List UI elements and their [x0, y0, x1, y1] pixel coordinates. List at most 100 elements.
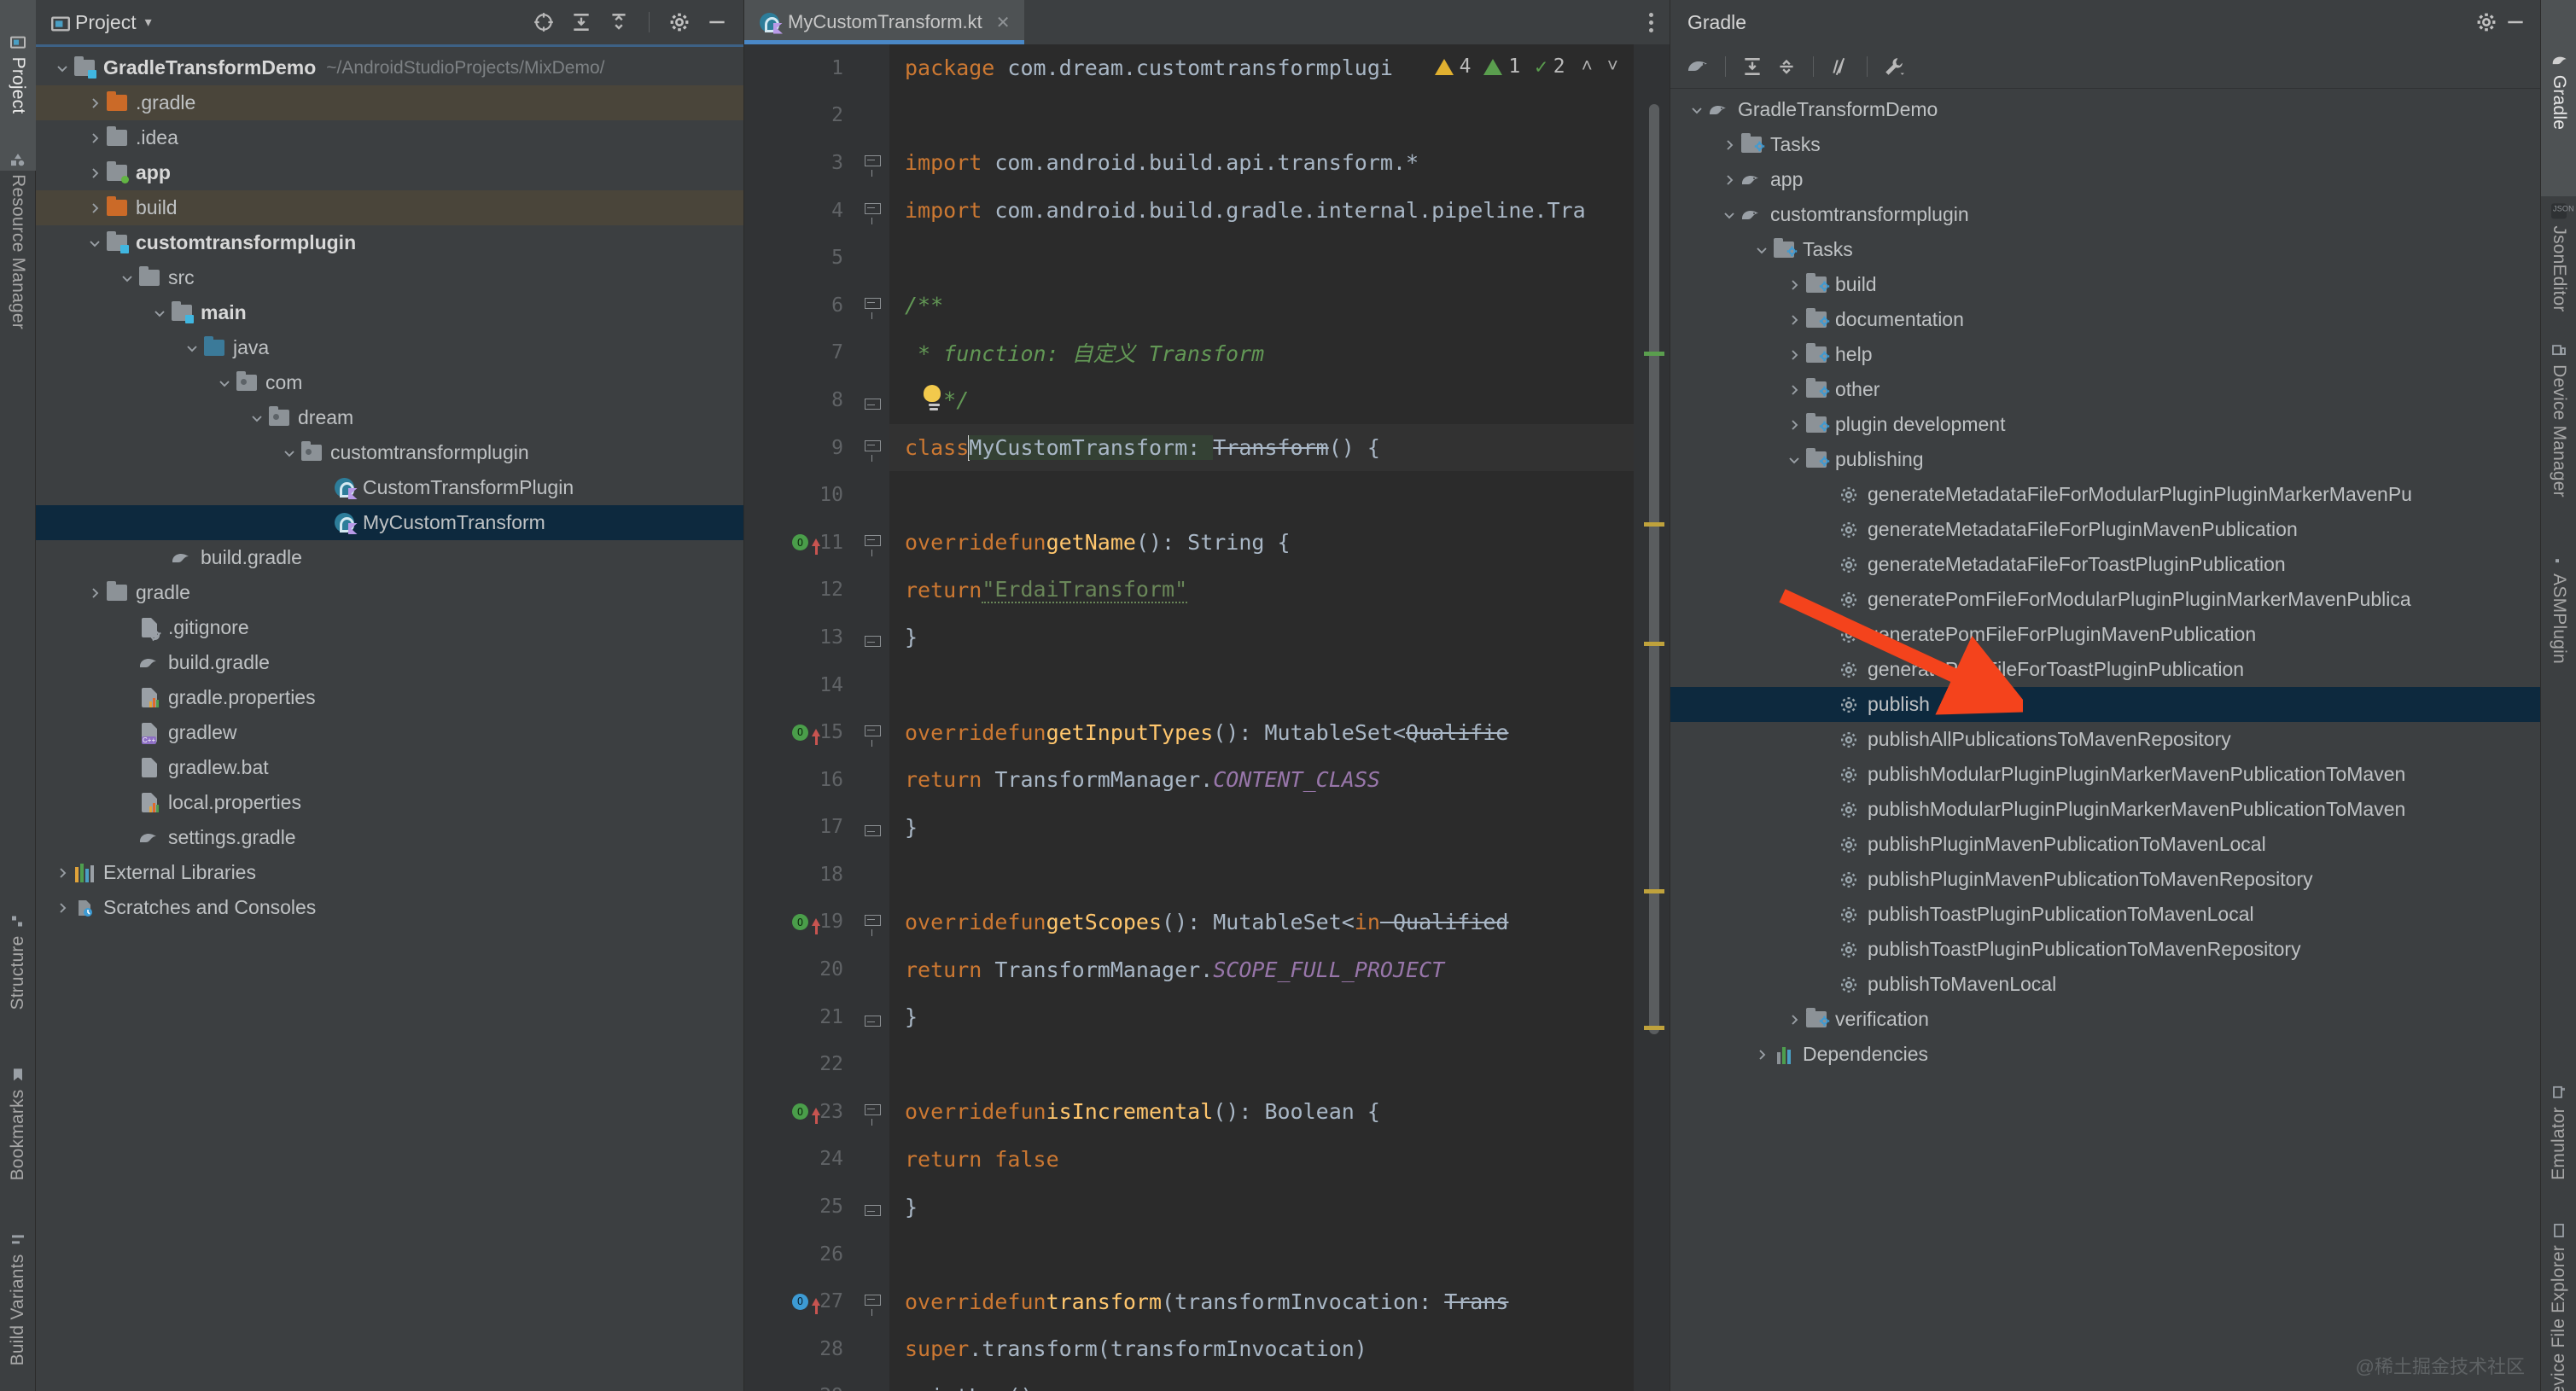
- project-tree-row[interactable]: dream: [36, 400, 743, 435]
- code-folding-column[interactable]: [855, 44, 889, 1391]
- override-method-gutter-icon[interactable]: O: [792, 1278, 831, 1326]
- build-tool-settings-icon[interactable]: [1880, 52, 1909, 81]
- project-tree-row[interactable]: settings.gradle: [36, 820, 743, 855]
- gradle-tree-row[interactable]: generatePomFileForPluginMavenPublication: [1670, 617, 2540, 652]
- code-line[interactable]: import com.android.build.gradle.internal…: [889, 187, 1670, 235]
- fold-marker[interactable]: [863, 376, 881, 424]
- gradle-tree-row[interactable]: generateMetadataFileForPluginMavenPublic…: [1670, 512, 2540, 547]
- project-tree-row[interactable]: .gitignore: [36, 610, 743, 645]
- chevron-down-icon[interactable]: [84, 236, 106, 250]
- fold-marker[interactable]: [863, 519, 881, 567]
- reload-gradle-project-icon[interactable]: [1684, 52, 1713, 81]
- project-tree-row[interactable]: local.properties: [36, 785, 743, 820]
- fold-marker[interactable]: [863, 993, 881, 1041]
- fold-marker[interactable]: [863, 1231, 881, 1278]
- gradle-tree-row[interactable]: plugin development: [1670, 407, 2540, 442]
- project-tree[interactable]: GradleTransformDemo ~/AndroidStudioProjec…: [36, 47, 743, 1391]
- project-tree-row[interactable]: build: [36, 190, 743, 225]
- gradle-tree-row[interactable]: publishModularPluginPluginMarkerMavenPub…: [1670, 757, 2540, 792]
- gradle-tree-row[interactable]: help: [1670, 337, 2540, 372]
- project-view-dropdown-icon[interactable]: ▾: [145, 14, 152, 31]
- sidebar-tab-device-file-explorer[interactable]: Device File Explorer: [2549, 1223, 2569, 1391]
- code-content[interactable]: package com.dream.customtransformplugi im…: [889, 44, 1670, 1391]
- project-tree-row[interactable]: .idea: [36, 120, 743, 155]
- project-tree-row[interactable]: gradle: [36, 575, 743, 610]
- code-line[interactable]: printLog(): [889, 1373, 1670, 1391]
- previous-problem-icon[interactable]: ˄: [1582, 55, 1593, 78]
- fold-marker[interactable]: [863, 1325, 881, 1373]
- gradle-tree-row[interactable]: publishPluginMavenPublicationToMavenRepo…: [1670, 862, 2540, 897]
- fold-marker[interactable]: [863, 946, 881, 993]
- project-tree-row[interactable]: C++ gradlew: [36, 715, 743, 750]
- fold-marker[interactable]: [863, 1041, 881, 1089]
- project-tree-row[interactable]: customtransformplugin: [36, 225, 743, 260]
- code-line[interactable]: [889, 92, 1670, 140]
- chevron-right-icon[interactable]: [1783, 418, 1805, 432]
- chevron-right-icon[interactable]: [84, 586, 106, 600]
- chevron-down-icon[interactable]: [246, 411, 268, 425]
- gradle-tree-row[interactable]: other: [1670, 372, 2540, 407]
- fold-marker[interactable]: [863, 708, 881, 756]
- next-problem-icon[interactable]: ˅: [1607, 55, 1618, 78]
- code-line[interactable]: [889, 471, 1670, 519]
- code-line[interactable]: override fun getInputTypes (): MutableSet…: [889, 708, 1670, 756]
- chevron-right-icon[interactable]: [84, 131, 106, 145]
- gradle-tree-row[interactable]: generatePomFileForModularPluginPluginMar…: [1670, 582, 2540, 617]
- gradle-tree-row[interactable]: app: [1670, 162, 2540, 197]
- gradle-tree-row[interactable]: generateMetadataFileForToastPluginPublic…: [1670, 547, 2540, 582]
- fold-marker[interactable]: [863, 234, 881, 282]
- code-line[interactable]: */: [889, 376, 1670, 424]
- sidebar-tab-asmplugin[interactable]: ASMPlugin: [2549, 551, 2569, 664]
- collapse-all-icon[interactable]: [604, 8, 633, 37]
- gradle-tree-row[interactable]: publishPluginMavenPublicationToMavenLoca…: [1670, 827, 2540, 862]
- fold-marker[interactable]: [863, 1136, 881, 1184]
- fold-marker[interactable]: [863, 424, 881, 472]
- sidebar-tab-jsoneditor[interactable]: JSON JsonEditor: [2549, 203, 2573, 312]
- chevron-right-icon[interactable]: [84, 96, 106, 110]
- chevron-right-icon[interactable]: [84, 201, 106, 215]
- gradle-tree-row[interactable]: publishModularPluginPluginMarkerMavenPub…: [1670, 792, 2540, 827]
- hide-icon[interactable]: [2501, 8, 2530, 37]
- chevron-down-icon[interactable]: [51, 61, 73, 75]
- inspection-gutter[interactable]: [1634, 44, 1670, 1391]
- override-method-gutter-icon[interactable]: O: [792, 708, 831, 756]
- sidebar-tab-device-manager[interactable]: Device Manager: [2549, 342, 2569, 498]
- project-tree-row[interactable]: CustomTransformPlugin: [36, 470, 743, 505]
- sidebar-tab-resource-manager[interactable]: Resource Manager: [8, 152, 28, 329]
- override-method-gutter-icon[interactable]: O: [792, 1088, 831, 1136]
- fold-marker[interactable]: [863, 851, 881, 899]
- fold-marker[interactable]: [863, 139, 881, 187]
- chevron-down-icon[interactable]: [1783, 453, 1805, 467]
- toggle-offline-mode-icon[interactable]: [1826, 52, 1855, 81]
- override-method-gutter-icon[interactable]: O: [792, 899, 831, 946]
- chevron-right-icon[interactable]: [51, 866, 73, 880]
- fold-marker[interactable]: [863, 329, 881, 377]
- code-editor[interactable]: 1 2 3 4 5 6 7 8 9 10 11 O 12 13 14 15 O 16 17 18 19 O 20 21 22 23…: [744, 44, 1670, 1391]
- sidebar-tab-gradle[interactable]: Gradle: [2549, 53, 2569, 130]
- code-line[interactable]: }: [889, 1183, 1670, 1231]
- gradle-tree-row[interactable]: generateMetadataFileForModularPluginPlug…: [1670, 477, 2540, 512]
- chevron-down-icon[interactable]: [181, 341, 203, 355]
- gradle-tree[interactable]: GradleTransformDemo Tasks app customtransfo…: [1670, 89, 2540, 1391]
- gradle-tree-row[interactable]: customtransformplugin: [1670, 197, 2540, 232]
- project-tree-row[interactable]: Scratches and Consoles: [36, 890, 743, 925]
- gradle-tree-row[interactable]: documentation: [1670, 302, 2540, 337]
- chevron-down-icon[interactable]: [213, 376, 236, 390]
- override-method-gutter-icon[interactable]: O: [792, 519, 831, 567]
- code-line[interactable]: }: [889, 614, 1670, 661]
- gradle-tree-row[interactable]: Tasks: [1670, 232, 2540, 267]
- fold-marker[interactable]: [863, 1278, 881, 1326]
- project-tree-row[interactable]: com: [36, 365, 743, 400]
- code-line[interactable]: [889, 661, 1670, 709]
- project-tree-row[interactable]: GradleTransformDemo ~/AndroidStudioProjec…: [36, 50, 743, 85]
- settings-gear-icon[interactable]: [665, 8, 694, 37]
- intention-bulb-icon[interactable]: [924, 385, 944, 411]
- code-line[interactable]: * function: 自定义 Transform: [889, 329, 1670, 377]
- code-line[interactable]: return "ErdaiTransform": [889, 567, 1670, 614]
- project-tree-row[interactable]: build.gradle: [36, 645, 743, 680]
- code-line[interactable]: import com.android.build.api.transform.*: [889, 139, 1670, 187]
- chevron-down-icon[interactable]: [149, 306, 171, 320]
- gradle-tree-row[interactable]: publishing: [1670, 442, 2540, 477]
- code-line[interactable]: override fun isIncremental (): Boolean {: [889, 1088, 1670, 1136]
- gradle-tree-row[interactable]: GradleTransformDemo: [1670, 92, 2540, 127]
